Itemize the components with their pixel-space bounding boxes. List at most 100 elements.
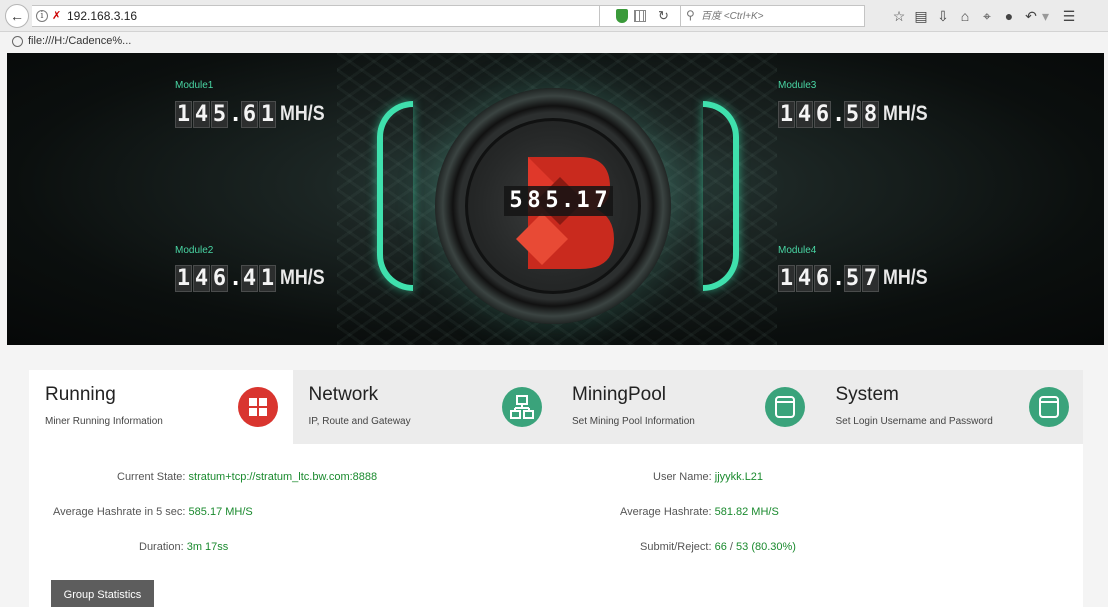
current-state-value: stratum+tcp://stratum_ltc.bw.com:8888 xyxy=(188,471,378,483)
tab-miningpool[interactable]: MiningPool Set Mining Pool Information xyxy=(556,370,820,444)
duration-value: 3m 17ss xyxy=(186,541,229,553)
digit: 5 xyxy=(211,100,228,128)
tab-bar: Running Miner Running Information Networ… xyxy=(29,370,1083,444)
search-icon: ⚲ xyxy=(686,8,695,22)
user-name-label: User Name: xyxy=(653,471,712,483)
tab-title: Network xyxy=(308,384,379,405)
menu-icon[interactable]: ☰ xyxy=(1058,6,1080,26)
system-icon xyxy=(1028,387,1069,427)
user-name-value: jjyykk.L21 xyxy=(714,471,764,483)
digit: 4 xyxy=(796,264,813,292)
digit: 4 xyxy=(241,264,258,292)
decimal-point: . xyxy=(229,265,243,291)
group-statistics-button[interactable]: Group Statistics xyxy=(51,580,154,607)
dropdown-icon[interactable]: ▾ xyxy=(1042,6,1049,26)
decimal-point: . xyxy=(561,188,575,213)
digit: 1 xyxy=(576,188,590,213)
bookmarks-bar: file:///H:/Cadence%... xyxy=(0,32,1108,52)
digit: 6 xyxy=(814,264,831,292)
address-bar[interactable]: i ✗ 192.168.3.16 xyxy=(32,5,600,27)
digit: 4 xyxy=(796,100,813,128)
left-bracket xyxy=(377,101,413,291)
status-panel: Running Miner Running Information Networ… xyxy=(29,370,1083,607)
tab-subtitle: Set Login Username and Password xyxy=(835,416,993,427)
module2-hashrate: 1 4 6 . 4 1 MH/S xyxy=(175,264,333,292)
avg-5s-row: Average Hashrate in 5 sec: 585.17 MH/S xyxy=(53,506,253,518)
download-icon[interactable]: ⇩ xyxy=(932,6,954,26)
tab-network[interactable]: Network IP, Route and Gateway xyxy=(292,370,556,444)
tab-title: MiningPool xyxy=(572,384,666,405)
unit-label: MH/S xyxy=(883,266,928,289)
digit: 1 xyxy=(175,100,192,128)
hashrate-banner: Module1 1 4 5 . 6 1 MH/S Module2 1 4 6 .… xyxy=(7,53,1104,345)
decimal-point: . xyxy=(229,101,243,127)
running-info: Current State: stratum+tcp://stratum_ltc… xyxy=(29,444,1083,607)
decimal-point: . xyxy=(832,265,846,291)
submit-reject-label: Submit/Reject: xyxy=(640,541,712,553)
address-bar-actions: ↻ xyxy=(600,5,680,27)
undo-icon[interactable]: ↶ xyxy=(1020,6,1042,26)
digit: 1 xyxy=(259,264,276,292)
total-hashrate: 5 8 5 . 1 7 xyxy=(504,186,613,216)
tab-system[interactable]: System Set Login Username and Password xyxy=(819,370,1083,444)
module1-hashrate: 1 4 5 . 6 1 MH/S xyxy=(175,100,333,128)
digit: 6 xyxy=(814,100,831,128)
digit: 6 xyxy=(241,100,258,128)
avg-hashrate-label: Average Hashrate: xyxy=(620,506,712,518)
avg-5s-value: 585.17 MH/S xyxy=(188,506,253,518)
digit: 4 xyxy=(193,100,210,128)
submit-value: 66 xyxy=(714,541,727,553)
browser-toolbar: ← i ✗ 192.168.3.16 ↻ ⚲ ☆ ▤ ⇩ ⌂ ⌖ ● ↶ ▾ ☰ xyxy=(0,0,1108,32)
clipboard-icon[interactable]: ▤ xyxy=(910,6,932,26)
qr-icon[interactable] xyxy=(634,10,646,22)
digit: 1 xyxy=(175,264,192,292)
grid-icon xyxy=(238,387,278,427)
right-bracket xyxy=(703,101,739,291)
info-icon[interactable]: i xyxy=(36,10,48,22)
digit: 7 xyxy=(594,188,608,213)
bookmark-item[interactable]: file:///H:/Cadence%... xyxy=(28,35,131,47)
module4-hashrate: 1 4 6 . 5 7 MH/S xyxy=(778,264,936,292)
digit: 6 xyxy=(211,264,228,292)
pool-icon xyxy=(765,387,805,427)
digit: 5 xyxy=(844,100,861,128)
shield-icon[interactable] xyxy=(616,9,628,23)
star-icon[interactable]: ☆ xyxy=(888,6,910,26)
digit: 1 xyxy=(778,100,795,128)
reject-value: 53 (80.30%) xyxy=(736,541,796,553)
url-text[interactable]: 192.168.3.16 xyxy=(67,9,137,23)
avg-5s-label: Average Hashrate in 5 sec: xyxy=(53,506,186,518)
home-icon[interactable]: ⌂ xyxy=(954,6,976,26)
digit: 1 xyxy=(778,264,795,292)
digit: 5 xyxy=(844,264,861,292)
module1-label: Module1 xyxy=(175,80,214,91)
duration-label: Duration: xyxy=(139,541,184,553)
user-name-row: User Name: jjyykk.L21 xyxy=(653,471,763,483)
unit-label: MH/S xyxy=(280,266,325,289)
digit: 5 xyxy=(545,188,559,213)
unit-label: MH/S xyxy=(883,102,928,125)
submit-reject-row: Submit/Reject: 66 / 53 (80.30%) xyxy=(640,541,796,553)
back-icon[interactable]: ← xyxy=(5,4,29,28)
avg-hashrate-row: Average Hashrate: 581.82 MH/S xyxy=(620,506,779,518)
tab-title: System xyxy=(835,384,899,405)
current-state-row: Current State: stratum+tcp://stratum_ltc… xyxy=(117,471,377,483)
avg-hashrate-value: 581.82 MH/S xyxy=(714,506,779,518)
module3-label: Module3 xyxy=(778,80,817,91)
module3-hashrate: 1 4 6 . 5 8 MH/S xyxy=(778,100,936,128)
tab-subtitle: Set Mining Pool Information xyxy=(572,416,695,427)
reload-icon[interactable]: ↻ xyxy=(658,8,669,24)
tab-subtitle: IP, Route and Gateway xyxy=(308,416,411,427)
duration-row: Duration: 3m 17ss xyxy=(139,541,228,553)
search-bar: ⚲ xyxy=(680,5,865,27)
unit-label: MH/S xyxy=(280,102,325,125)
tab-subtitle: Miner Running Information xyxy=(45,416,163,427)
chat-icon[interactable]: ● xyxy=(998,6,1020,26)
module4-label: Module4 xyxy=(778,245,817,256)
current-state-label: Current State: xyxy=(117,471,186,483)
search-input[interactable] xyxy=(701,8,861,24)
tab-title: Running xyxy=(45,384,116,405)
screenshot-icon[interactable]: ⌖ xyxy=(976,6,998,26)
tab-running[interactable]: Running Miner Running Information xyxy=(29,370,293,444)
separator: / xyxy=(729,541,733,553)
